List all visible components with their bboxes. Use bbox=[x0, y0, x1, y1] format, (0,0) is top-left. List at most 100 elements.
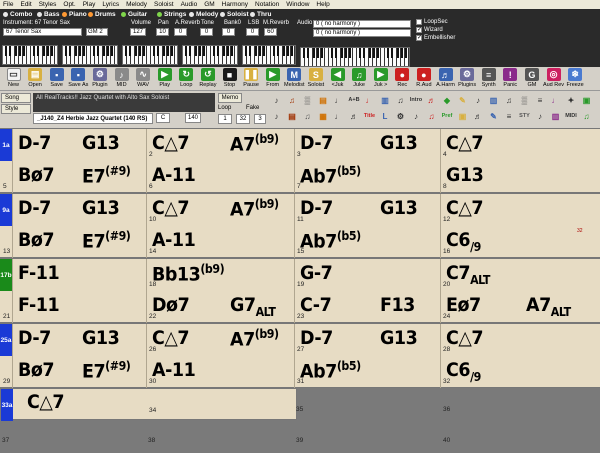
record-audio-button[interactable]: ● R.Aud bbox=[413, 68, 434, 88]
plugins-button[interactable]: ⚙ Plugins bbox=[457, 68, 478, 88]
track-button-strings[interactable]: Strings bbox=[157, 10, 186, 18]
tool-icon[interactable]: ▒ bbox=[301, 94, 314, 106]
soloist-button[interactable]: S Soloist bbox=[305, 68, 326, 88]
chord-symbol[interactable]: D-7 bbox=[18, 327, 51, 349]
track-button-soloist[interactable]: Soloist bbox=[220, 10, 249, 18]
menu-play[interactable]: Play bbox=[83, 1, 96, 8]
loop-checkbox[interactable]: Loop bbox=[218, 104, 242, 114]
tool-icon[interactable]: MIDI bbox=[565, 110, 578, 122]
chord-symbol[interactable]: G7ALT bbox=[230, 294, 276, 319]
chord-symbol[interactable]: C7ALT bbox=[446, 262, 490, 287]
chord-symbol[interactable]: Bø7 bbox=[18, 229, 55, 251]
menu-harmony[interactable]: Harmony bbox=[222, 1, 248, 8]
save-as-button[interactable]: ▪ Save As bbox=[68, 68, 89, 88]
tool-icon[interactable]: ▣ bbox=[580, 94, 593, 106]
chord-symbol[interactable]: Bø7 bbox=[18, 359, 55, 381]
tool-icon[interactable]: ♬ bbox=[425, 94, 438, 106]
menu-file[interactable]: File bbox=[3, 1, 13, 8]
chord-symbol[interactable]: C△7 bbox=[152, 327, 190, 349]
chord-symbol[interactable]: Dø7 bbox=[152, 294, 190, 316]
chord-symbol[interactable]: C6/9 bbox=[446, 359, 481, 384]
tool-icon[interactable]: Title bbox=[363, 110, 376, 122]
tool-icon[interactable]: ♫ bbox=[301, 110, 314, 122]
tool-icon[interactable]: ♪ bbox=[270, 94, 283, 106]
menu-lyrics[interactable]: Lyrics bbox=[102, 1, 119, 8]
chord-symbol[interactable]: D-7 bbox=[18, 197, 51, 219]
tool-icon[interactable]: ≡ bbox=[503, 110, 516, 122]
freeze-button[interactable]: ❄ Freeze bbox=[565, 68, 586, 88]
tool-icon[interactable]: ▥ bbox=[379, 94, 392, 106]
track-button-piano[interactable]: Piano bbox=[62, 10, 87, 18]
key-select[interactable]: C bbox=[156, 113, 170, 123]
tool-icon[interactable]: ♪ bbox=[472, 94, 485, 106]
chord-symbol[interactable]: E7(#9) bbox=[82, 229, 131, 252]
track-button-drums[interactable]: Drums bbox=[88, 10, 116, 18]
tool-icon[interactable]: ✎ bbox=[487, 110, 500, 122]
chord-symbol[interactable]: D-7 bbox=[18, 132, 51, 154]
tool-icon[interactable]: ▒ bbox=[518, 94, 531, 106]
checkbox-loopsec[interactable]: LoopSec bbox=[416, 19, 448, 25]
chord-symbol[interactable]: F-11 bbox=[18, 262, 60, 284]
menu-audio[interactable]: Audio bbox=[181, 1, 198, 8]
from-button[interactable]: ▶ From bbox=[262, 68, 283, 88]
chord-symbol[interactable]: Bb13(b9) bbox=[152, 262, 225, 285]
chord-symbol[interactable]: F13 bbox=[380, 294, 415, 316]
chord-symbol[interactable]: E7(#9) bbox=[82, 164, 131, 187]
chord-symbol[interactable]: C△7 bbox=[152, 197, 190, 219]
chord-symbol[interactable]: G13 bbox=[380, 197, 418, 219]
chord-symbol[interactable]: A7ALT bbox=[526, 294, 571, 319]
tool-icon[interactable]: ♪ bbox=[270, 110, 283, 122]
chord-symbol[interactable]: A7(b9) bbox=[230, 132, 279, 155]
tool-icon[interactable]: ▤ bbox=[317, 94, 330, 106]
menu-edit[interactable]: Edit bbox=[20, 1, 31, 8]
chord-symbol[interactable]: C-7 bbox=[300, 294, 332, 316]
chord-symbol[interactable]: E7(#9) bbox=[82, 359, 131, 382]
tool-icon[interactable]: ▥ bbox=[487, 94, 500, 106]
tool-icon[interactable]: ♫ bbox=[394, 94, 407, 106]
stop-button[interactable]: ■ Stop bbox=[219, 68, 240, 88]
tempo-field[interactable]: 140 bbox=[185, 113, 201, 123]
checkbox-wizard[interactable]: ✓ Wizard bbox=[416, 27, 443, 33]
menu-styles[interactable]: Styles bbox=[39, 1, 57, 8]
track-button-thru[interactable]: Thru bbox=[250, 10, 271, 18]
tool-icon[interactable]: ♫ bbox=[425, 110, 438, 122]
tool-icon[interactable]: ▦ bbox=[317, 110, 330, 122]
chord-symbol[interactable]: G13 bbox=[380, 327, 418, 349]
tool-icon[interactable]: ♩ bbox=[363, 94, 376, 106]
pause-button[interactable]: ❚❚ Pause bbox=[241, 68, 262, 88]
chord-symbol[interactable]: C△7 bbox=[446, 327, 484, 349]
tool-icon[interactable]: ◆ bbox=[441, 94, 454, 106]
menu-gm[interactable]: GM bbox=[204, 1, 214, 8]
play-button[interactable]: ▶ Play bbox=[154, 68, 175, 88]
tool-icon[interactable]: ♫ bbox=[503, 94, 516, 106]
wav-button[interactable]: ∿ WAV bbox=[133, 68, 154, 88]
song-title[interactable]: All RealTracks!! Jazz Quartet with Alto … bbox=[33, 93, 215, 112]
track-button-combo[interactable]: Combo bbox=[3, 10, 32, 18]
tool-icon[interactable]: ♩ bbox=[332, 94, 345, 106]
juke-button[interactable]: ♫ Juke bbox=[349, 68, 370, 88]
save-button[interactable]: ▪ Save bbox=[46, 68, 67, 88]
plugin-button[interactable]: ⚙ Plugin bbox=[89, 68, 110, 88]
melodist-button[interactable]: M Melodist bbox=[284, 68, 305, 88]
tool-icon[interactable]: A+B bbox=[348, 94, 361, 106]
mixer-value-lsb[interactable]: 0 bbox=[246, 28, 259, 36]
part-marker[interactable]: 25a bbox=[0, 324, 12, 356]
juke-next-button[interactable]: ▶ Juk > bbox=[370, 68, 391, 88]
audio-harmony-button[interactable]: ♬ A.Harm bbox=[435, 68, 456, 88]
chord-symbol[interactable]: Ab7(b5) bbox=[300, 229, 361, 252]
chord-symbol[interactable]: D-7 bbox=[300, 197, 333, 219]
replay-button[interactable]: ↺ Replay bbox=[197, 68, 218, 88]
tool-icon[interactable]: ♪ bbox=[534, 110, 547, 122]
tool-icon[interactable]: ♩ bbox=[549, 94, 562, 106]
mixer-value-pan[interactable]: 10 bbox=[156, 28, 169, 36]
checkbox-box[interactable]: ✓ bbox=[416, 35, 422, 41]
checkbox-embellisher[interactable]: ✓ Embellisher bbox=[416, 35, 455, 41]
open-button[interactable]: ▤ Open bbox=[25, 68, 46, 88]
tool-icon[interactable]: ♫ bbox=[580, 110, 593, 122]
chord-symbol[interactable]: Bø7 bbox=[18, 164, 55, 186]
chord-symbol[interactable]: A-11 bbox=[152, 229, 196, 251]
tool-icon[interactable]: ≡ bbox=[534, 94, 547, 106]
mixer-value-volume[interactable]: 127 bbox=[130, 28, 146, 36]
synth-button[interactable]: ≡ Synth bbox=[478, 68, 499, 88]
harmony-select-1[interactable]: 0 ( no harmony ) bbox=[313, 20, 411, 28]
